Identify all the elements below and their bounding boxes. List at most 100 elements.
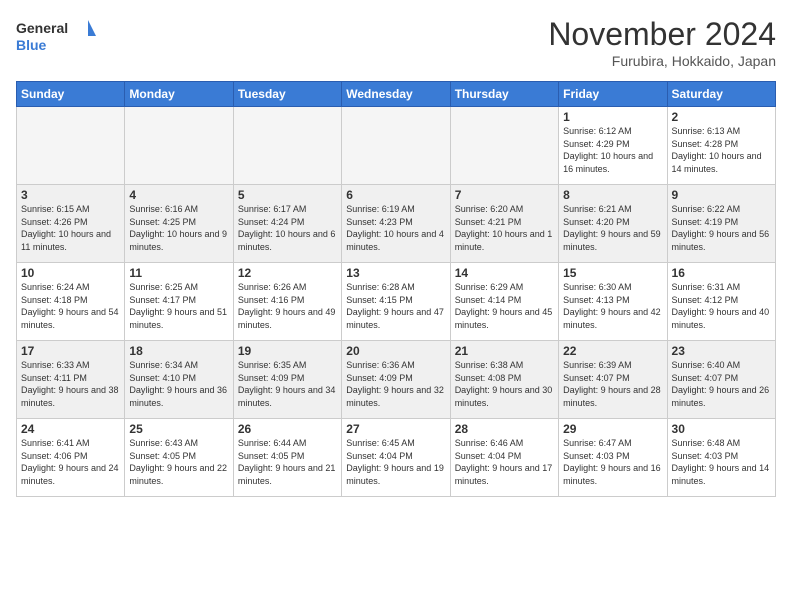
day-number: 16 [672, 266, 771, 280]
day-number: 10 [21, 266, 120, 280]
table-row: 18Sunrise: 6:34 AM Sunset: 4:10 PM Dayli… [125, 341, 233, 419]
day-number: 8 [563, 188, 662, 202]
day-number: 28 [455, 422, 554, 436]
day-info: Sunrise: 6:34 AM Sunset: 4:10 PM Dayligh… [129, 359, 228, 409]
day-number: 4 [129, 188, 228, 202]
day-info: Sunrise: 6:12 AM Sunset: 4:29 PM Dayligh… [563, 125, 662, 175]
day-info: Sunrise: 6:19 AM Sunset: 4:23 PM Dayligh… [346, 203, 445, 253]
table-row: 27Sunrise: 6:45 AM Sunset: 4:04 PM Dayli… [342, 419, 450, 497]
table-row: 5Sunrise: 6:17 AM Sunset: 4:24 PM Daylig… [233, 185, 341, 263]
table-row: 25Sunrise: 6:43 AM Sunset: 4:05 PM Dayli… [125, 419, 233, 497]
header-tuesday: Tuesday [233, 82, 341, 107]
day-info: Sunrise: 6:15 AM Sunset: 4:26 PM Dayligh… [21, 203, 120, 253]
day-number: 22 [563, 344, 662, 358]
svg-text:Blue: Blue [16, 37, 47, 53]
header-thursday: Thursday [450, 82, 558, 107]
day-info: Sunrise: 6:29 AM Sunset: 4:14 PM Dayligh… [455, 281, 554, 331]
logo-svg: General Blue [16, 16, 96, 56]
table-row: 13Sunrise: 6:28 AM Sunset: 4:15 PM Dayli… [342, 263, 450, 341]
day-number: 13 [346, 266, 445, 280]
table-row: 10Sunrise: 6:24 AM Sunset: 4:18 PM Dayli… [17, 263, 125, 341]
table-row: 4Sunrise: 6:16 AM Sunset: 4:25 PM Daylig… [125, 185, 233, 263]
day-number: 29 [563, 422, 662, 436]
table-row: 6Sunrise: 6:19 AM Sunset: 4:23 PM Daylig… [342, 185, 450, 263]
day-info: Sunrise: 6:13 AM Sunset: 4:28 PM Dayligh… [672, 125, 771, 175]
day-info: Sunrise: 6:36 AM Sunset: 4:09 PM Dayligh… [346, 359, 445, 409]
table-row: 14Sunrise: 6:29 AM Sunset: 4:14 PM Dayli… [450, 263, 558, 341]
day-number: 21 [455, 344, 554, 358]
table-row: 12Sunrise: 6:26 AM Sunset: 4:16 PM Dayli… [233, 263, 341, 341]
table-row [17, 107, 125, 185]
day-info: Sunrise: 6:46 AM Sunset: 4:04 PM Dayligh… [455, 437, 554, 487]
table-row: 22Sunrise: 6:39 AM Sunset: 4:07 PM Dayli… [559, 341, 667, 419]
day-number: 27 [346, 422, 445, 436]
day-info: Sunrise: 6:30 AM Sunset: 4:13 PM Dayligh… [563, 281, 662, 331]
table-row: 21Sunrise: 6:38 AM Sunset: 4:08 PM Dayli… [450, 341, 558, 419]
table-row: 2Sunrise: 6:13 AM Sunset: 4:28 PM Daylig… [667, 107, 775, 185]
day-number: 25 [129, 422, 228, 436]
day-info: Sunrise: 6:26 AM Sunset: 4:16 PM Dayligh… [238, 281, 337, 331]
calendar-week-row: 24Sunrise: 6:41 AM Sunset: 4:06 PM Dayli… [17, 419, 776, 497]
header-sunday: Sunday [17, 82, 125, 107]
title-block: November 2024 Furubira, Hokkaido, Japan [548, 16, 776, 69]
calendar-week-row: 10Sunrise: 6:24 AM Sunset: 4:18 PM Dayli… [17, 263, 776, 341]
table-row: 26Sunrise: 6:44 AM Sunset: 4:05 PM Dayli… [233, 419, 341, 497]
table-row: 3Sunrise: 6:15 AM Sunset: 4:26 PM Daylig… [17, 185, 125, 263]
day-number: 2 [672, 110, 771, 124]
day-info: Sunrise: 6:22 AM Sunset: 4:19 PM Dayligh… [672, 203, 771, 253]
day-number: 26 [238, 422, 337, 436]
day-info: Sunrise: 6:24 AM Sunset: 4:18 PM Dayligh… [21, 281, 120, 331]
svg-text:General: General [16, 20, 68, 36]
day-info: Sunrise: 6:21 AM Sunset: 4:20 PM Dayligh… [563, 203, 662, 253]
header-friday: Friday [559, 82, 667, 107]
calendar-week-row: 3Sunrise: 6:15 AM Sunset: 4:26 PM Daylig… [17, 185, 776, 263]
day-info: Sunrise: 6:48 AM Sunset: 4:03 PM Dayligh… [672, 437, 771, 487]
logo: General Blue [16, 16, 96, 56]
table-row: 15Sunrise: 6:30 AM Sunset: 4:13 PM Dayli… [559, 263, 667, 341]
calendar-table: Sunday Monday Tuesday Wednesday Thursday… [16, 81, 776, 497]
table-row [233, 107, 341, 185]
day-info: Sunrise: 6:20 AM Sunset: 4:21 PM Dayligh… [455, 203, 554, 253]
day-info: Sunrise: 6:35 AM Sunset: 4:09 PM Dayligh… [238, 359, 337, 409]
day-number: 24 [21, 422, 120, 436]
table-row: 1Sunrise: 6:12 AM Sunset: 4:29 PM Daylig… [559, 107, 667, 185]
table-row [125, 107, 233, 185]
day-info: Sunrise: 6:38 AM Sunset: 4:08 PM Dayligh… [455, 359, 554, 409]
location-subtitle: Furubira, Hokkaido, Japan [548, 53, 776, 69]
day-info: Sunrise: 6:31 AM Sunset: 4:12 PM Dayligh… [672, 281, 771, 331]
day-number: 3 [21, 188, 120, 202]
day-number: 18 [129, 344, 228, 358]
table-row: 9Sunrise: 6:22 AM Sunset: 4:19 PM Daylig… [667, 185, 775, 263]
day-number: 23 [672, 344, 771, 358]
day-number: 15 [563, 266, 662, 280]
header-monday: Monday [125, 82, 233, 107]
day-info: Sunrise: 6:40 AM Sunset: 4:07 PM Dayligh… [672, 359, 771, 409]
day-info: Sunrise: 6:33 AM Sunset: 4:11 PM Dayligh… [21, 359, 120, 409]
calendar-week-row: 1Sunrise: 6:12 AM Sunset: 4:29 PM Daylig… [17, 107, 776, 185]
day-info: Sunrise: 6:16 AM Sunset: 4:25 PM Dayligh… [129, 203, 228, 253]
header-saturday: Saturday [667, 82, 775, 107]
table-row: 30Sunrise: 6:48 AM Sunset: 4:03 PM Dayli… [667, 419, 775, 497]
table-row: 19Sunrise: 6:35 AM Sunset: 4:09 PM Dayli… [233, 341, 341, 419]
day-number: 17 [21, 344, 120, 358]
day-number: 19 [238, 344, 337, 358]
header-wednesday: Wednesday [342, 82, 450, 107]
day-info: Sunrise: 6:25 AM Sunset: 4:17 PM Dayligh… [129, 281, 228, 331]
day-info: Sunrise: 6:47 AM Sunset: 4:03 PM Dayligh… [563, 437, 662, 487]
day-number: 9 [672, 188, 771, 202]
header: General Blue November 2024 Furubira, Hok… [16, 16, 776, 69]
table-row: 7Sunrise: 6:20 AM Sunset: 4:21 PM Daylig… [450, 185, 558, 263]
table-row [450, 107, 558, 185]
table-row: 28Sunrise: 6:46 AM Sunset: 4:04 PM Dayli… [450, 419, 558, 497]
day-info: Sunrise: 6:41 AM Sunset: 4:06 PM Dayligh… [21, 437, 120, 487]
day-info: Sunrise: 6:43 AM Sunset: 4:05 PM Dayligh… [129, 437, 228, 487]
main-container: General Blue November 2024 Furubira, Hok… [0, 0, 792, 505]
day-number: 12 [238, 266, 337, 280]
day-number: 6 [346, 188, 445, 202]
day-info: Sunrise: 6:39 AM Sunset: 4:07 PM Dayligh… [563, 359, 662, 409]
day-number: 30 [672, 422, 771, 436]
table-row: 8Sunrise: 6:21 AM Sunset: 4:20 PM Daylig… [559, 185, 667, 263]
day-number: 14 [455, 266, 554, 280]
table-row: 20Sunrise: 6:36 AM Sunset: 4:09 PM Dayli… [342, 341, 450, 419]
day-number: 5 [238, 188, 337, 202]
